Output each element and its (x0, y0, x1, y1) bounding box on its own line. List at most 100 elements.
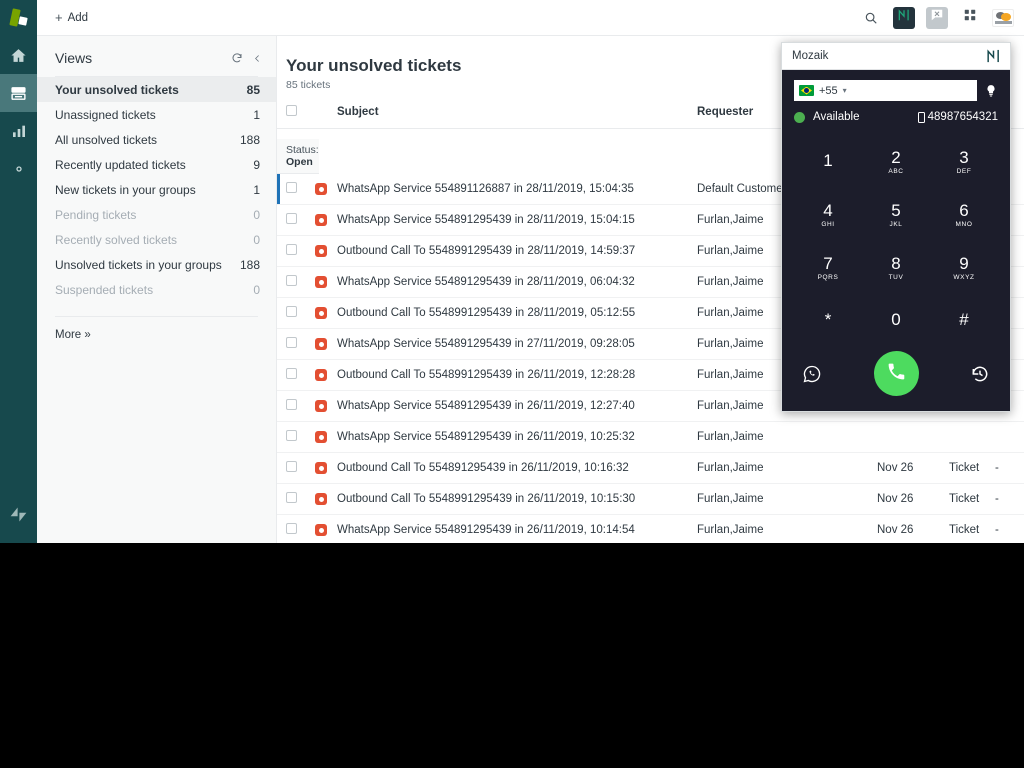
call-icon (886, 361, 907, 387)
apps-grid-button[interactable] (959, 7, 981, 29)
mozaik-dialer-panel: Mozaik +55 ▾ (781, 42, 1011, 412)
table-row[interactable]: WhatsApp Service 554891295439 in 26/11/2… (277, 515, 1024, 544)
group-header-row: Status: Open (277, 139, 315, 174)
row-subject[interactable]: WhatsApp Service 554891295439 in 28/11/2… (337, 205, 697, 236)
row-checkbox[interactable] (286, 523, 297, 534)
rail-item-reporting[interactable] (0, 112, 37, 150)
call-history-icon[interactable] (970, 364, 990, 384)
row-checkbox[interactable] (286, 275, 297, 286)
row-checkbox[interactable] (286, 306, 297, 317)
keypad-key-4[interactable]: 4 GHI (794, 190, 862, 239)
product-rail (0, 0, 37, 543)
keypad-key-0[interactable]: 0 (862, 296, 930, 345)
subject-header[interactable]: Subject (337, 97, 697, 129)
rail-item-settings[interactable] (0, 150, 37, 188)
sidebar-item-new-tickets-in-your-groups[interactable]: New tickets in your groups 1 (37, 177, 276, 202)
search-icon[interactable] (860, 7, 882, 29)
sidebar-item-suspended-tickets[interactable]: Suspended tickets 0 (37, 277, 276, 302)
row-checkbox[interactable] (286, 492, 297, 503)
chevron-left-icon[interactable] (253, 53, 262, 64)
row-checkbox[interactable] (286, 213, 297, 224)
keypad-key-5[interactable]: 5 JKL (862, 190, 930, 239)
sidebar-item-pending-tickets[interactable]: Pending tickets 0 (37, 202, 276, 227)
row-subject[interactable]: Outbound Call To 5548991295439 in 28/11/… (337, 236, 697, 267)
more-views-link[interactable]: More » (37, 317, 276, 341)
sidebar-item-unsolved-tickets-in-your-groups[interactable]: Unsolved tickets in your groups 188 (37, 252, 276, 277)
row-priority-cell (315, 298, 337, 329)
row-subject[interactable]: Outbound Call To 5548991295439 in 26/11/… (337, 360, 697, 391)
add-button[interactable]: + Add (55, 11, 88, 24)
row-type (949, 422, 995, 453)
call-button[interactable] (874, 351, 919, 396)
sidebar-item-all-unsolved-tickets[interactable]: All unsolved tickets 188 (37, 127, 276, 152)
row-subject[interactable]: Outbound Call To 5548991295439 in 28/11/… (337, 298, 697, 329)
mozaik-app-button[interactable] (893, 7, 915, 29)
avatar (992, 9, 1014, 27)
row-subject[interactable]: WhatsApp Service 554891295439 in 27/11/2… (337, 329, 697, 360)
group-header-cell: Status: Open (277, 139, 319, 174)
sidebar-item-your-unsolved-tickets[interactable]: Your unsolved tickets 85 (37, 77, 276, 102)
status-badge[interactable]: Available (813, 111, 859, 123)
keypad-key-6[interactable]: 6 MNO (930, 190, 998, 239)
row-checkbox[interactable] (286, 430, 297, 441)
view-label: Recently solved tickets (55, 233, 177, 247)
keypad-key-hash[interactable]: # (930, 296, 998, 345)
table-row[interactable]: WhatsApp Service 554891295439 in 26/11/2… (277, 422, 1024, 453)
row-subject[interactable]: WhatsApp Service 554891126887 in 28/11/2… (337, 174, 697, 205)
sidebar-item-recently-solved-tickets[interactable]: Recently solved tickets 0 (37, 227, 276, 252)
sidebar-item-unassigned-tickets[interactable]: Unassigned tickets 1 (37, 102, 276, 127)
row-priority-cell (315, 360, 337, 391)
key-letters: WXYZ (953, 274, 974, 281)
row-select-cell (277, 360, 315, 391)
view-count: 0 (253, 283, 260, 297)
chat-close-button[interactable] (926, 7, 948, 29)
row-checkbox[interactable] (286, 244, 297, 255)
row-checkbox[interactable] (286, 461, 297, 472)
row-subject[interactable]: WhatsApp Service 554891295439 in 26/11/2… (337, 515, 697, 544)
view-label: Suspended tickets (55, 283, 153, 297)
chevron-down-icon[interactable]: ▾ (843, 86, 847, 95)
whatsapp-icon[interactable] (802, 364, 822, 384)
select-all-checkbox[interactable] (286, 105, 297, 116)
dialer-body: +55 ▾ Available 48987654321 (782, 70, 1010, 396)
urgent-priority-icon (315, 245, 327, 257)
keypad-key-9[interactable]: 9 WXYZ (930, 243, 998, 292)
phone-number-input[interactable]: +55 ▾ (794, 80, 977, 101)
views-list: Your unsolved tickets 85 Unassigned tick… (37, 77, 276, 302)
table-row[interactable]: Outbound Call To 5548991295439 in 26/11/… (277, 484, 1024, 515)
keypad-key-7[interactable]: 7 PQRS (794, 243, 862, 292)
user-avatar[interactable] (992, 7, 1014, 29)
row-subject[interactable]: WhatsApp Service 554891295439 in 26/11/2… (337, 391, 697, 422)
view-count: 188 (240, 133, 260, 147)
row-select-cell (277, 298, 315, 329)
row-checkbox[interactable] (286, 399, 297, 410)
keypad-key-8[interactable]: 8 TUV (862, 243, 930, 292)
keypad-key-star[interactable]: * (794, 296, 862, 345)
keypad-key-1[interactable]: 1 (794, 137, 862, 186)
row-select-cell (277, 422, 315, 453)
view-count: 188 (240, 258, 260, 272)
row-type: Ticket (949, 484, 995, 515)
row-subject[interactable]: Outbound Call To 5548991295439 in 26/11/… (337, 484, 697, 515)
views-header: Views (37, 36, 276, 72)
rail-item-home[interactable] (0, 36, 37, 74)
table-row[interactable]: Outbound Call To 554891295439 in 26/11/2… (277, 453, 1024, 484)
row-checkbox[interactable] (286, 182, 297, 193)
view-label: Unassigned tickets (55, 108, 156, 122)
row-subject[interactable]: Outbound Call To 554891295439 in 26/11/2… (337, 453, 697, 484)
row-checkbox[interactable] (286, 337, 297, 348)
row-subject[interactable]: WhatsApp Service 554891295439 in 26/11/2… (337, 422, 697, 453)
row-checkbox[interactable] (286, 368, 297, 379)
keypad-key-2[interactable]: 2 ABC (862, 137, 930, 186)
dialer-header: Mozaik (782, 43, 1010, 70)
refresh-icon[interactable] (231, 52, 243, 64)
sidebar-item-recently-updated-tickets[interactable]: Recently updated tickets 9 (37, 152, 276, 177)
key-digit: 2 (891, 149, 900, 166)
rail-item-tickets[interactable] (0, 74, 37, 112)
key-letters: ABC (888, 168, 903, 175)
key-letters: MNO (956, 221, 973, 228)
lightbulb-icon[interactable] (984, 83, 998, 99)
keypad-key-3[interactable]: 3 DEF (930, 137, 998, 186)
row-subject[interactable]: WhatsApp Service 554891295439 in 28/11/2… (337, 267, 697, 298)
priority-header (315, 97, 337, 129)
